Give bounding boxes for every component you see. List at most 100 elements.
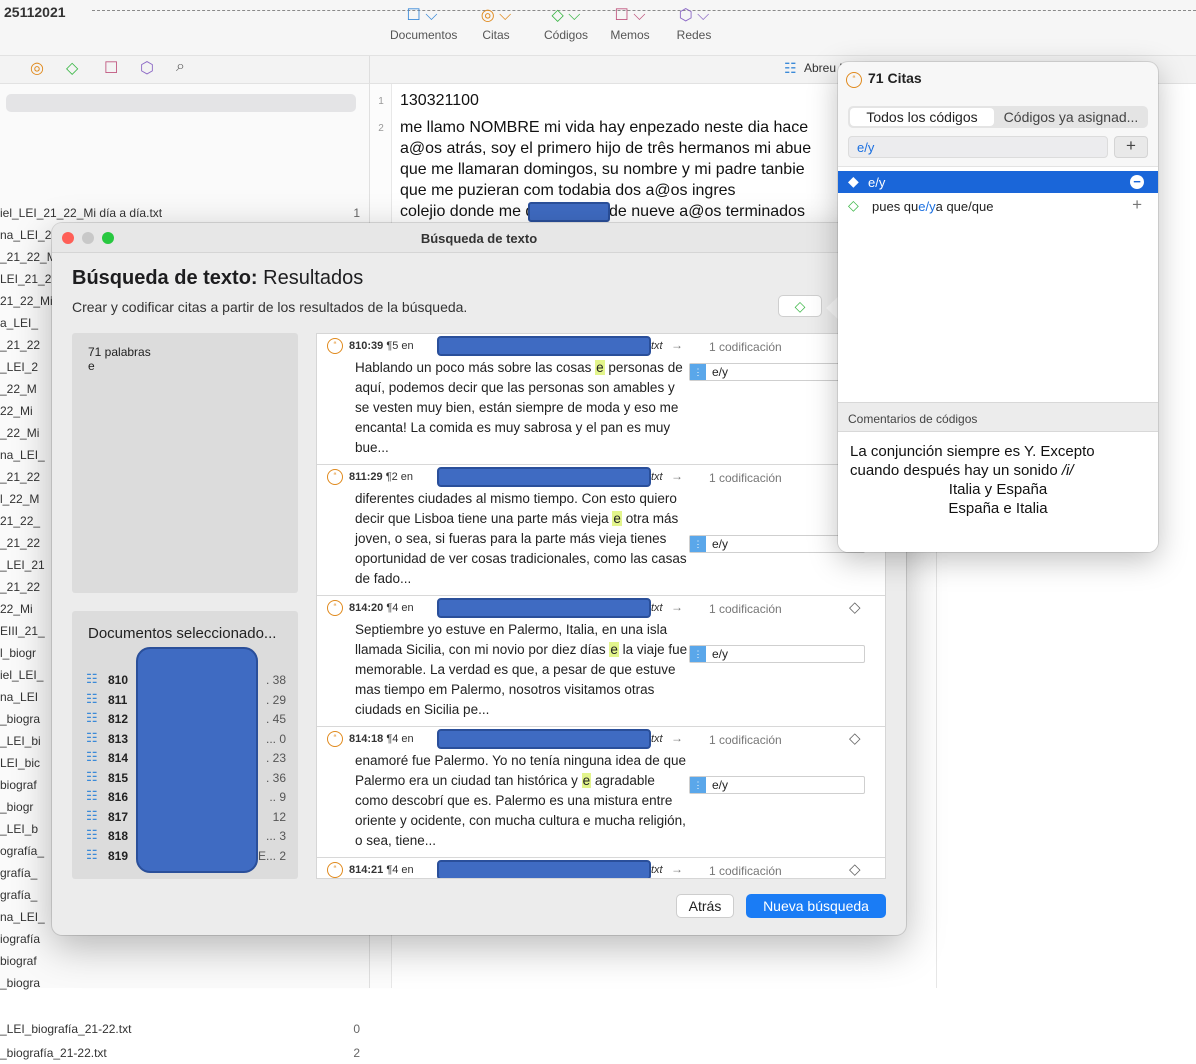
codes-popover: “ 71 Citas Todos los códigos Códigos ya … bbox=[838, 62, 1158, 552]
code-item[interactable]: ◇ pues que/ya que/que + bbox=[838, 195, 1158, 217]
toolbar-codigos-button[interactable]: ◇ ⌵ Códigos bbox=[534, 6, 598, 42]
document-row[interactable]: _LEI_biografía_21-22.txt 0 bbox=[0, 1018, 370, 1040]
document-name: _LEI_biografía_21-22.txt bbox=[0, 1022, 132, 1036]
document-name: l_22_M bbox=[0, 492, 40, 506]
applied-code-tag[interactable]: ⋮ e/y bbox=[689, 645, 865, 663]
coding-count: 1 codificación bbox=[709, 733, 782, 747]
document-row[interactable]: biograf bbox=[0, 950, 370, 972]
segment-assigned-codes[interactable]: Códigos ya asignad... bbox=[996, 108, 1146, 126]
code-filter-segmented: Todos los códigos Códigos ya asignad... bbox=[848, 106, 1148, 128]
document-icon: ☷ bbox=[784, 60, 797, 76]
document-text-line[interactable]: a@os atrás, soy el primero hijo de três … bbox=[400, 140, 811, 158]
document-id: 817 bbox=[108, 809, 129, 824]
search-icon[interactable]: ⌕ bbox=[176, 58, 185, 76]
search-result[interactable]: “ 810:39 ¶5 en txt → 1 codificación Hablando … bbox=[317, 334, 885, 465]
quotation-count: .. 9 bbox=[269, 790, 286, 804]
document-id: 816 bbox=[108, 790, 129, 804]
search-result[interactable]: “ 814:21 ¶4 en txt → 1 codificación ◇ bbox=[317, 858, 885, 878]
document-name: _biogra bbox=[0, 712, 41, 726]
go-to-document-icon[interactable]: → bbox=[671, 731, 683, 745]
dialog-titlebar: Búsqueda de texto bbox=[52, 223, 906, 253]
network-icon: ⬡ ⌵ bbox=[678, 7, 710, 24]
result-snippet: enamoré fue Palermo. Yo no tenía ninguna… bbox=[355, 751, 689, 851]
document-text-line[interactable]: que me puzieran com todabia dos a@os ing… bbox=[400, 182, 736, 200]
search-result[interactable]: “ 811:29 ¶2 en txt → 1 codificación diferente… bbox=[317, 465, 885, 596]
document-row[interactable]: _biogra bbox=[0, 972, 370, 994]
add-code-button[interactable]: + bbox=[1114, 136, 1148, 158]
toolbar-citas-button[interactable]: ◎ ⌵ Citas bbox=[464, 6, 528, 42]
document-name: _LEI_bi bbox=[0, 734, 41, 748]
document-text-line[interactable]: me llamo NOMBRE mi vida hay enpezado nes… bbox=[400, 119, 808, 137]
document-name: _21_22 bbox=[0, 338, 41, 352]
code-color-swatch: ⋮ bbox=[690, 536, 706, 552]
code-comment: La conjunción siempre es Y. Excepto cuan… bbox=[838, 432, 1158, 552]
go-to-document-icon[interactable]: → bbox=[671, 600, 683, 614]
redaction-box bbox=[437, 336, 651, 356]
document-name: grafía_ bbox=[0, 866, 38, 880]
document-id: 813 bbox=[108, 731, 129, 746]
document-name: _21_22 bbox=[0, 470, 41, 484]
results-list[interactable]: “ 810:39 ¶5 en txt → 1 codificación Hablando … bbox=[316, 333, 886, 879]
code-selection-button[interactable]: ◇ bbox=[778, 295, 822, 317]
document-name: biograf bbox=[0, 778, 37, 792]
code-icon[interactable]: ◇ bbox=[849, 860, 861, 878]
document-name: ografía_ bbox=[0, 844, 45, 858]
document-name: iel_LEI_ bbox=[0, 668, 44, 682]
code-search-input[interactable]: e/y bbox=[848, 136, 1108, 158]
quotation-icon: “ bbox=[327, 731, 343, 747]
search-hit: e bbox=[609, 642, 619, 657]
document-name: na_LEI bbox=[0, 690, 39, 704]
segment-all-codes[interactable]: Todos los códigos bbox=[850, 108, 994, 126]
project-title: 25112021 bbox=[4, 4, 66, 20]
go-to-document-icon[interactable]: → bbox=[671, 469, 683, 483]
remove-code-button[interactable]: − bbox=[1130, 175, 1144, 189]
code-icon: ◇ bbox=[794, 298, 806, 314]
document-name: na_LEI_ bbox=[0, 448, 45, 462]
redaction-box bbox=[136, 647, 258, 873]
document-row[interactable]: _biografía_21-22.txt 2 bbox=[0, 1042, 370, 1064]
new-search-button[interactable]: Nueva búsqueda bbox=[746, 894, 886, 918]
code-color-swatch: ⋮ bbox=[690, 646, 706, 662]
quotation-count: 0 bbox=[353, 1022, 360, 1036]
code-icon[interactable]: ◇ bbox=[849, 598, 861, 616]
toolbar-redes-button[interactable]: ⬡ ⌵ Redes bbox=[662, 6, 726, 42]
code-name-part: a que/que bbox=[935, 199, 994, 214]
search-result[interactable]: “ 814:18 ¶4 en txt → 1 codificación ◇ enamoré … bbox=[317, 727, 885, 858]
document-text-line[interactable]: que me llamaran domingos, su nombre y mi… bbox=[400, 161, 805, 179]
network-icon[interactable]: ⬡ bbox=[140, 58, 154, 78]
document-text-line[interactable]: 130321100 bbox=[400, 92, 479, 110]
document-filter-input[interactable] bbox=[6, 94, 356, 112]
toolbar-documentos-button[interactable]: ☐ ⌵ Documentos bbox=[390, 6, 457, 42]
quotation-icon[interactable]: ◎ bbox=[30, 58, 44, 78]
quotation-id: 810:39 bbox=[349, 340, 384, 352]
apply-code-button[interactable]: + bbox=[1132, 195, 1142, 215]
selected-documents-panel: Documentos seleccionado... ☷ 810 . 38 ☷ 811.… bbox=[72, 611, 298, 879]
document-name: _LEI_b bbox=[0, 822, 39, 836]
memo-icon[interactable]: ☐ bbox=[104, 58, 118, 78]
search-result[interactable]: “ 814:20 ¶4 en txt → 1 codificación ◇ Septiemb… bbox=[317, 596, 885, 727]
toolbar-memos-button[interactable]: ☐ ⌵ Memos bbox=[598, 6, 662, 42]
code-icon[interactable]: ◇ bbox=[66, 58, 78, 78]
quotation-id: 814:21 bbox=[349, 864, 384, 876]
code-name-part: pues qu bbox=[872, 199, 919, 214]
go-to-document-icon[interactable]: → bbox=[671, 862, 683, 876]
quotation-count: 2 bbox=[353, 1046, 360, 1060]
applied-code-tag[interactable]: ⋮ e/y bbox=[689, 776, 865, 794]
document-icon: ☷ bbox=[86, 749, 98, 764]
document-row[interactable]: iel_LEI_21_22_Mi día a día.txt 1 bbox=[0, 202, 370, 224]
back-button[interactable]: Atrás bbox=[676, 894, 734, 918]
code-name: e/y bbox=[868, 175, 886, 190]
coding-count: 1 codificación bbox=[709, 471, 782, 485]
document-id: 814 bbox=[108, 751, 129, 765]
search-hit: e bbox=[595, 360, 605, 375]
quotation-count: . 29 bbox=[265, 692, 286, 707]
code-name: e/y bbox=[712, 537, 729, 551]
paragraph-ref: ¶4 en bbox=[386, 733, 414, 745]
document-icon: ☐ ⌵ bbox=[406, 7, 438, 24]
code-icon: ◇ ⌵ bbox=[551, 7, 581, 24]
go-to-document-icon[interactable]: → bbox=[671, 338, 683, 352]
code-item-selected[interactable]: ◆ e/y − bbox=[838, 171, 1158, 193]
document-id: 818 bbox=[108, 829, 129, 843]
quotation-icon: “ bbox=[327, 338, 343, 354]
code-icon[interactable]: ◇ bbox=[849, 729, 861, 747]
